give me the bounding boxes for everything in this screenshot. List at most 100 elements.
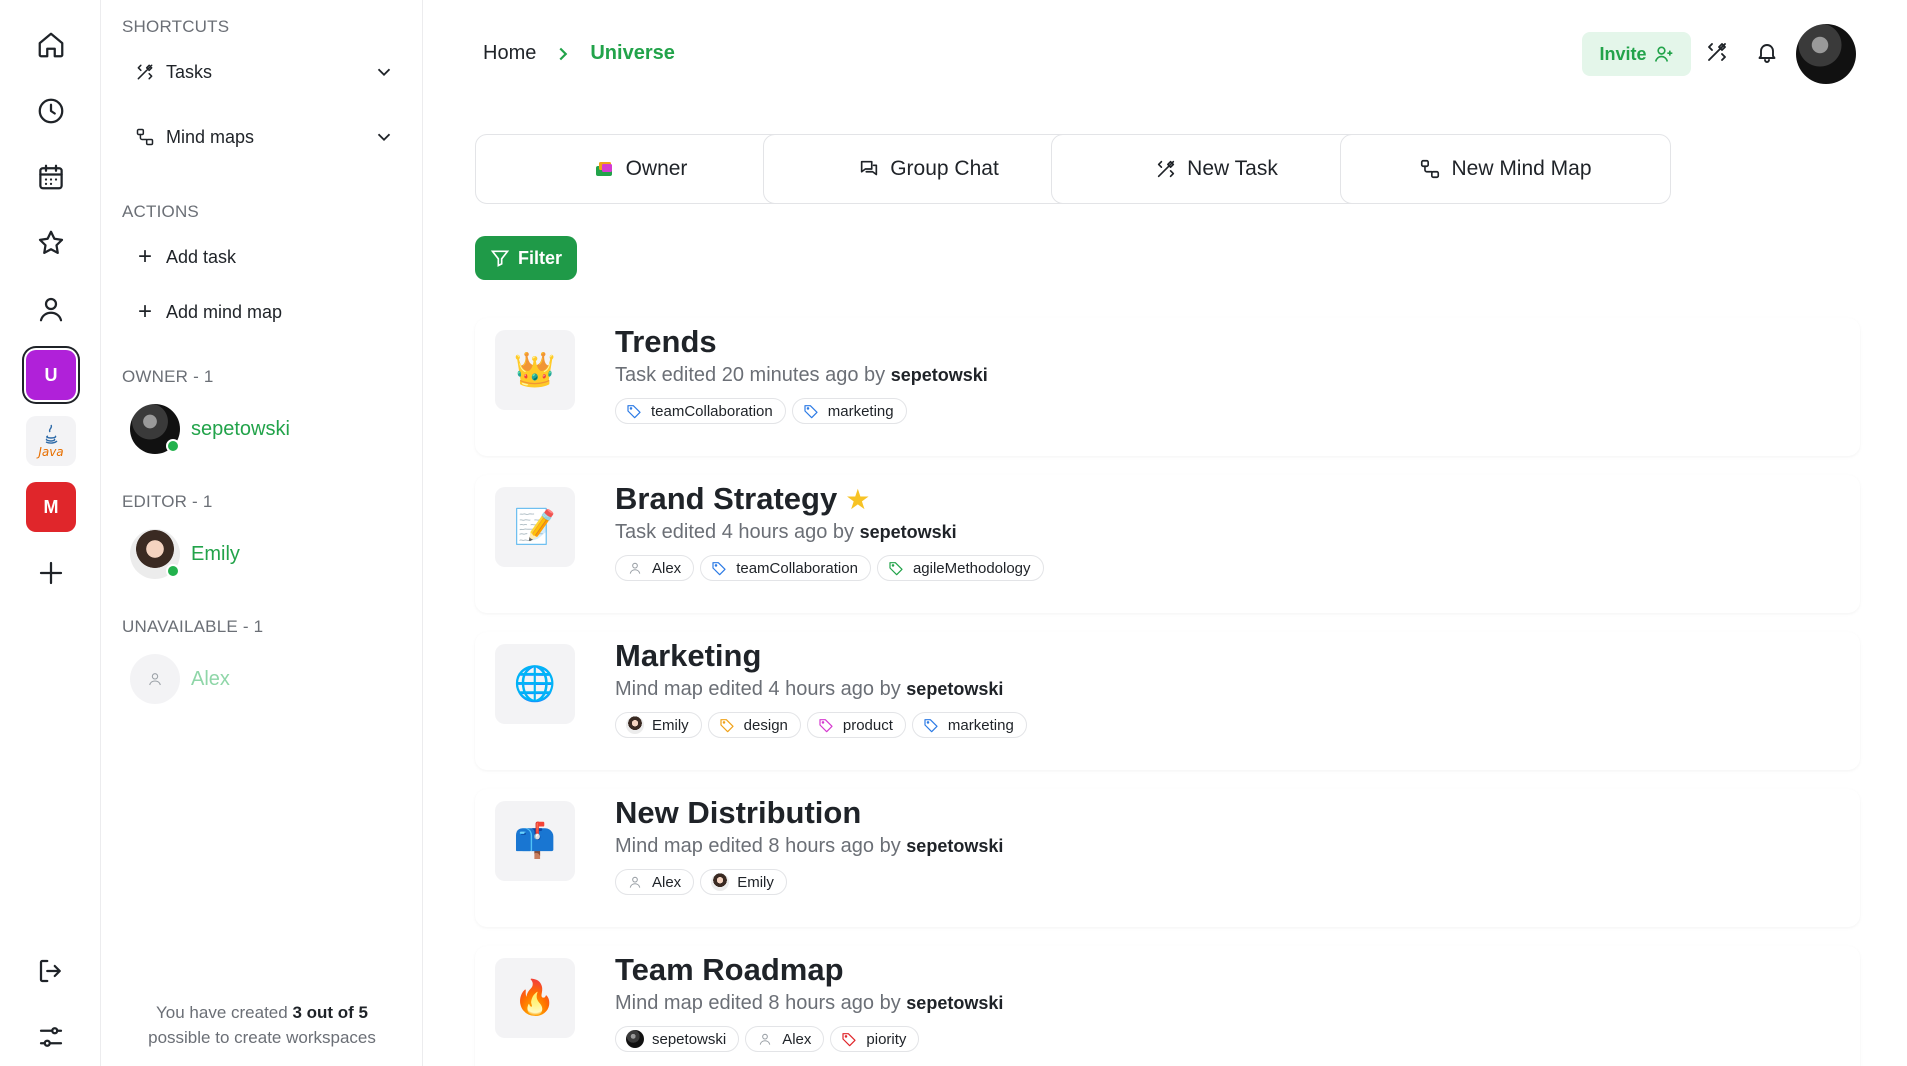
settings-sliders-icon[interactable] <box>26 1012 76 1062</box>
breadcrumb-current: Universe <box>590 42 675 64</box>
tag-icon <box>804 405 818 419</box>
add-task-label: Add task <box>166 246 237 267</box>
invite-button[interactable]: Invite <box>1582 32 1691 76</box>
filter-button[interactable]: Filter <box>475 236 577 280</box>
item-emoji: 📫 <box>513 822 557 860</box>
workspace-u[interactable]: U <box>26 350 76 400</box>
tag-label: Alex <box>652 873 682 891</box>
tag-icon <box>819 719 833 733</box>
shortcut-mind-maps[interactable]: Mind maps <box>135 117 395 157</box>
calendar-icon[interactable] <box>26 152 76 202</box>
clock-icon[interactable] <box>26 86 76 136</box>
tasks-icon[interactable] <box>1705 40 1733 68</box>
item-title-row: Brand Strategy ★ <box>615 481 870 517</box>
logout-icon[interactable] <box>26 946 76 996</box>
item-author: sepetowski <box>859 522 957 542</box>
tag-chip[interactable]: marketing <box>791 398 907 424</box>
item-author: sepetowski <box>906 836 1004 856</box>
tag-chip[interactable]: design <box>707 712 801 738</box>
tag-chip[interactable]: teamCollaboration <box>700 555 871 581</box>
shortcut-tasks[interactable]: Tasks <box>135 52 395 92</box>
new-task-button[interactable]: New Task <box>1051 134 1382 204</box>
workspace-sidebar: SHORTCUTS Tasks Mind maps ACTIONS + Add … <box>101 0 423 1066</box>
user-chip[interactable]: sepetowski <box>615 1026 740 1052</box>
tag-label: product <box>842 716 893 734</box>
add-task-button[interactable]: + Add task <box>135 237 395 277</box>
tag-label: teamCollaboration <box>651 402 773 420</box>
tag-icon <box>842 1033 856 1047</box>
owner-button[interactable]: Owner <box>475 134 806 204</box>
item-meta-text: Mind map edited 8 hours ago by <box>615 835 907 857</box>
user-chip[interactable]: Alex <box>745 1026 825 1052</box>
tag-label: Emily <box>652 716 689 734</box>
member-name: Alex <box>191 667 230 690</box>
user-icon[interactable] <box>26 284 76 334</box>
user-chip[interactable]: Alex <box>615 555 695 581</box>
user-avatar[interactable] <box>1796 24 1856 84</box>
tag-chip[interactable]: product <box>806 712 906 738</box>
tag-chip[interactable]: piority <box>830 1026 920 1052</box>
tag-label: marketing <box>947 716 1014 734</box>
avatar <box>130 529 180 579</box>
member-editor[interactable]: Emily <box>130 528 240 580</box>
breadcrumb: Home Universe <box>483 42 675 65</box>
tag-chip[interactable]: agileMethodology <box>876 555 1044 581</box>
group-chat-button[interactable]: Group Chat <box>763 134 1094 204</box>
chevron-down-icon[interactable] <box>373 61 395 83</box>
avatar <box>711 873 730 891</box>
favorite-star-icon[interactable]: ★ <box>845 484 870 515</box>
item-title: Brand Strategy <box>615 481 838 516</box>
shortcut-mind-maps-label: Mind maps <box>166 126 255 147</box>
tag-chip[interactable]: teamCollaboration <box>615 398 786 424</box>
member-unavailable[interactable]: Alex <box>130 653 230 705</box>
user-placeholder-icon <box>626 559 644 577</box>
new-mind-map-button[interactable]: New Mind Map <box>1340 134 1671 204</box>
item-tags: Emily design product marketing <box>615 712 1033 738</box>
filter-icon <box>490 250 510 267</box>
tasks-icon <box>1158 160 1175 178</box>
user-chip[interactable]: Emily <box>615 712 702 738</box>
online-status-dot <box>166 564 180 578</box>
item-card[interactable]: 🌐 Marketing Mind map edited 4 hours ago … <box>475 632 1860 770</box>
member-owner[interactable]: sepetowski <box>130 403 290 455</box>
item-card[interactable]: 🔥 Team Roadmap Mind map edited 8 hours a… <box>475 946 1860 1066</box>
avatar <box>130 404 180 454</box>
item-card[interactable]: 👑 Trends Task edited 20 minutes ago by s… <box>475 318 1860 456</box>
mindmap-icon <box>1421 159 1440 179</box>
java-logo-icon <box>45 424 58 444</box>
item-tags: Alex Emily <box>615 869 793 895</box>
workspace-quota-note: You have created 3 out of 5 possible to … <box>101 1000 423 1050</box>
add-mind-map-button[interactable]: + Add mind map <box>135 292 395 332</box>
tag-chip[interactable]: marketing <box>911 712 1027 738</box>
workspace-m[interactable]: M <box>26 482 76 532</box>
tag-icon <box>627 405 641 419</box>
main-content: Home Universe Invite Owner Group Chat Ne… <box>423 0 1907 1066</box>
plus-icon: + <box>137 243 152 270</box>
filter-label: Filter <box>517 247 562 268</box>
bell-icon[interactable] <box>1755 40 1783 68</box>
add-workspace-icon[interactable] <box>26 548 76 598</box>
fire-icon: 🔥 <box>495 958 575 1038</box>
item-card[interactable]: 📫 New Distribution Mind map edited 8 hou… <box>475 789 1860 927</box>
item-author: sepetowski <box>906 993 1004 1013</box>
quota-prefix: You have created <box>156 1003 293 1022</box>
chevron-down-icon[interactable] <box>373 126 395 148</box>
workspace-java[interactable]: Java <box>26 416 76 466</box>
user-placeholder-icon <box>149 673 161 686</box>
item-meta: Mind map edited 8 hours ago by sepetowsk… <box>615 992 1003 1015</box>
user-chip[interactable]: Emily <box>700 869 787 895</box>
item-author: sepetowski <box>906 679 1004 699</box>
invite-label: Invite <box>1599 43 1647 64</box>
item-card[interactable]: 📝 Brand Strategy ★ Task edited 4 hours ag… <box>475 475 1860 613</box>
item-author: sepetowski <box>890 365 988 385</box>
breadcrumb-home[interactable]: Home <box>483 42 536 65</box>
plus-icon: + <box>137 298 152 325</box>
tag-label: piority <box>866 1030 907 1048</box>
tag-label: Emily <box>737 873 774 891</box>
star-icon[interactable] <box>26 218 76 268</box>
user-chip[interactable]: Alex <box>615 869 695 895</box>
home-icon[interactable] <box>26 20 76 70</box>
member-name: Emily <box>191 542 240 565</box>
item-tags: sepetowski Alex piority <box>615 1026 925 1052</box>
chevron-right-icon <box>559 47 568 60</box>
